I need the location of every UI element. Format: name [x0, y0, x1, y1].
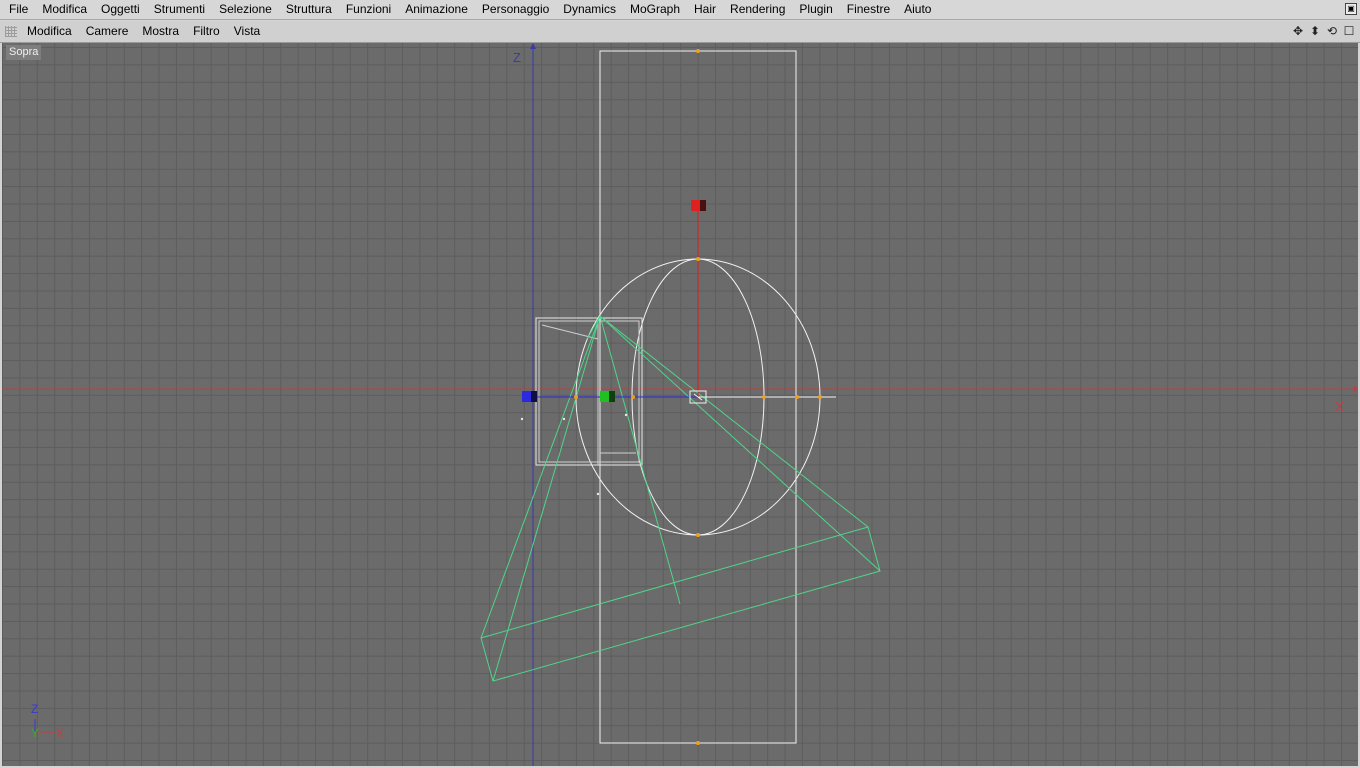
- menu-selezione[interactable]: Selezione: [212, 0, 279, 19]
- viewport-label[interactable]: Sopra: [6, 45, 42, 60]
- corner-z-label: Z: [31, 702, 38, 716]
- corner-y-label: Y: [31, 726, 39, 740]
- menu-finestre[interactable]: Finestre: [840, 0, 897, 19]
- gizmo-y-handle[interactable]: [691, 200, 700, 211]
- gizmo-x-handle-shade: [609, 391, 615, 402]
- menu-rendering[interactable]: Rendering: [723, 0, 792, 19]
- view-menu-filtro[interactable]: Filtro: [186, 21, 227, 42]
- panel-grip-icon[interactable]: [5, 26, 17, 37]
- spot-light-object[interactable]: [480, 315, 881, 682]
- menu-aiuto[interactable]: Aiuto: [897, 0, 938, 19]
- gizmo-y-handle-shade: [700, 200, 706, 211]
- world-x-axis-arrow: [1354, 386, 1358, 392]
- gizmo-z-handle-shade: [531, 391, 537, 402]
- menu-animazione[interactable]: Animazione: [398, 0, 475, 19]
- menu-hair[interactable]: Hair: [687, 0, 723, 19]
- main-menubar: File Modifica Oggetti Strumenti Selezione Str…: [0, 0, 1360, 20]
- menu-plugin[interactable]: Plugin: [792, 0, 839, 19]
- view-menu-modifica[interactable]: Modifica: [20, 21, 79, 42]
- view-menu-vista[interactable]: Vista: [227, 21, 267, 42]
- world-x-label: X: [1335, 399, 1344, 414]
- menu-personaggio[interactable]: Personaggio: [475, 0, 556, 19]
- dolly-view-icon[interactable]: ⬍: [1308, 24, 1322, 38]
- world-z-label: Z: [513, 50, 521, 65]
- world-z-axis-arrow: [530, 43, 536, 49]
- move-view-icon[interactable]: ✥: [1291, 24, 1305, 38]
- menu-dynamics[interactable]: Dynamics: [556, 0, 623, 19]
- menu-modifica[interactable]: Modifica: [35, 0, 94, 19]
- view-menu-mostra[interactable]: Mostra: [135, 21, 186, 42]
- menu-struttura[interactable]: Struttura: [279, 0, 339, 19]
- menu-mograph[interactable]: MoGraph: [623, 0, 687, 19]
- rotate-view-icon[interactable]: ⟲: [1325, 24, 1339, 38]
- viewport-canvas[interactable]: Z X Z Y X: [2, 43, 1358, 766]
- menu-funzioni[interactable]: Funzioni: [339, 0, 398, 19]
- menu-file[interactable]: File: [2, 0, 35, 19]
- top-viewport[interactable]: Z X Z Y X Sopra: [2, 43, 1358, 766]
- viewport-menubar: Modifica Camere Mostra Filtro Vista ✥ ⬍ ⟲ ☐: [0, 21, 1360, 43]
- gizmo-x-handle[interactable]: [600, 391, 609, 402]
- menu-strumenti[interactable]: Strumenti: [147, 0, 212, 19]
- camera-inner-edge: [541, 324, 599, 340]
- light-handle-points: [520, 413, 628, 496]
- view-menu-camere[interactable]: Camere: [79, 21, 136, 42]
- corner-x-label: X: [56, 726, 64, 740]
- window-restore-icon[interactable]: ▣: [1345, 3, 1357, 15]
- corner-axis-indicator: Z Y X: [31, 702, 64, 740]
- gizmo-z-handle[interactable]: [522, 391, 531, 402]
- menu-oggetti[interactable]: Oggetti: [94, 0, 147, 19]
- maximize-view-icon[interactable]: ☐: [1342, 24, 1356, 38]
